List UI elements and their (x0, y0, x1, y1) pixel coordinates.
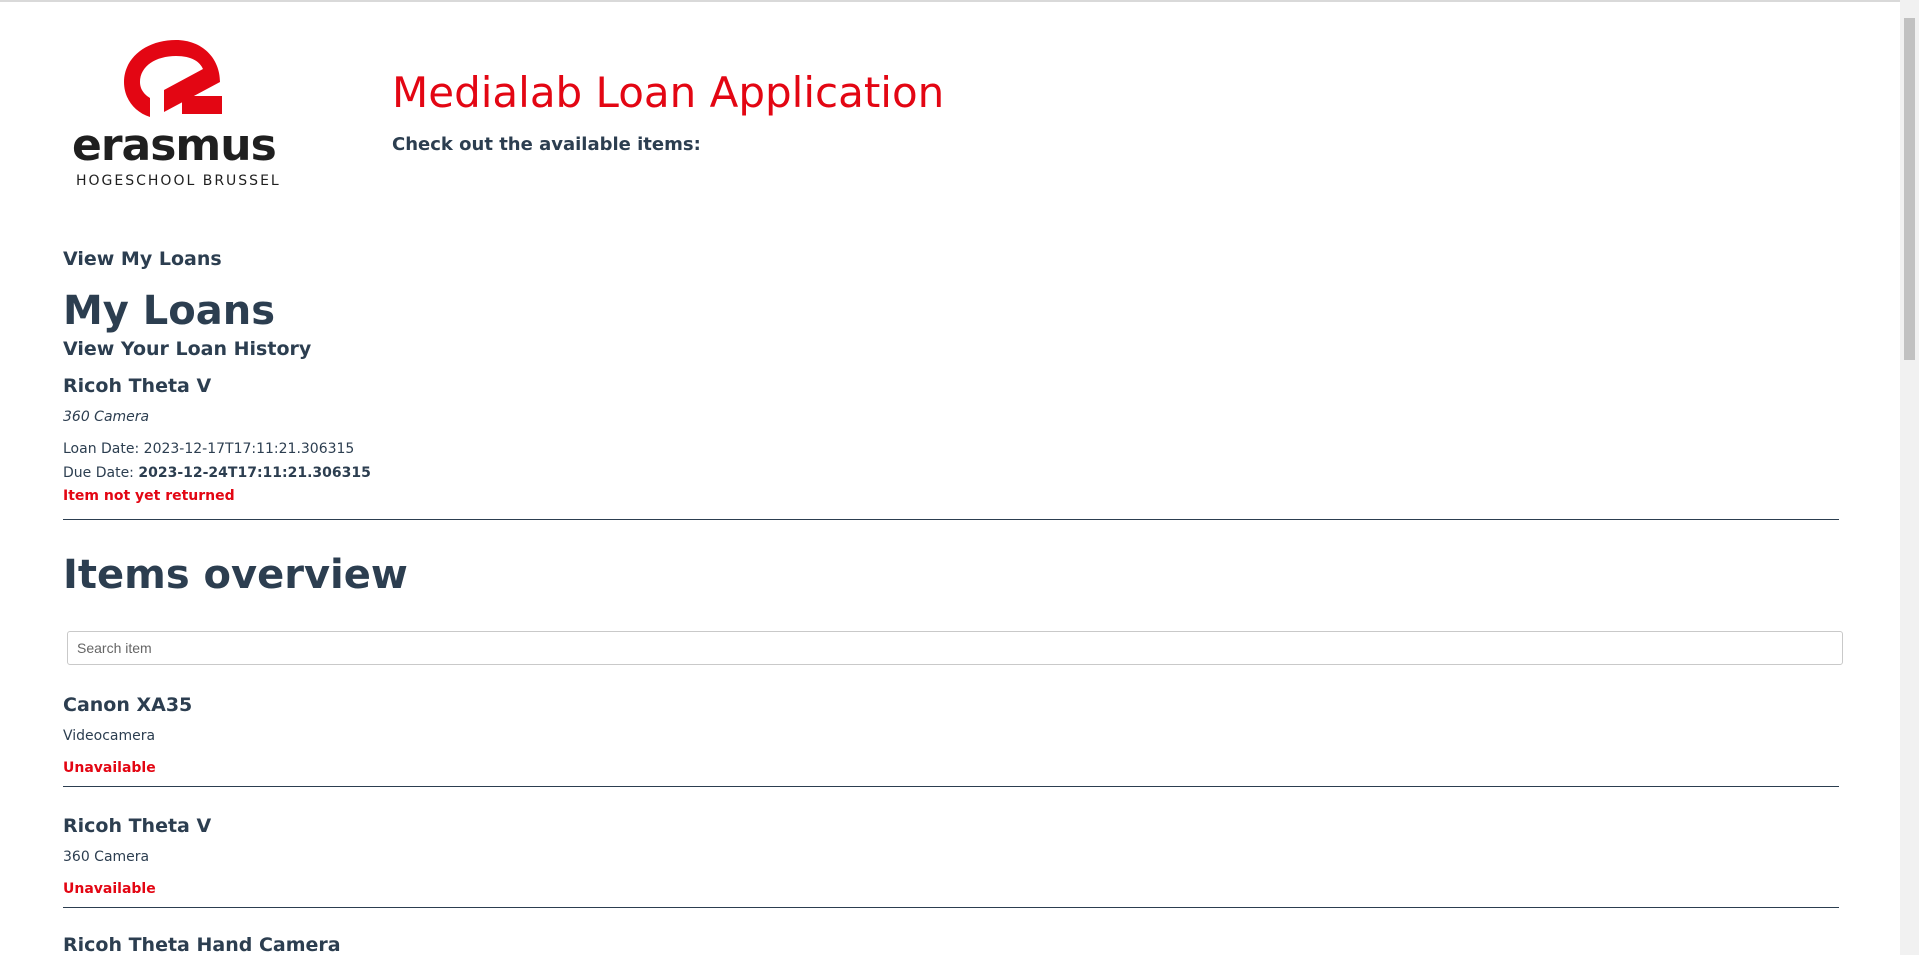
loan-history-link[interactable]: View Your Loan History (63, 336, 1839, 362)
loan-item-name: Ricoh Theta V (63, 375, 212, 397)
loan-date-value: 2023-12-17T17:11:21.306315 (143, 441, 355, 457)
main-content: View My Loans My Loans View Your Loan Hi… (63, 246, 1843, 958)
list-item[interactable]: Ricoh Theta V 360 Camera Unavailable (63, 813, 1839, 908)
vertical-scrollbar[interactable] (1900, 0, 1919, 955)
my-loans-heading: My Loans (63, 288, 276, 334)
item-status: Unavailable (63, 881, 156, 897)
loan-item-category: 360 Camera (63, 409, 150, 425)
erasmus-e-icon (124, 40, 222, 117)
items-overview-heading: Items overview (63, 552, 408, 598)
logo-wordmark: erasmus (72, 120, 277, 171)
item-name: Ricoh Theta Hand Camera (63, 934, 341, 956)
item-name: Canon XA35 (63, 694, 193, 716)
item-status: Unavailable (63, 760, 156, 776)
due-date-label: Due Date: (63, 465, 139, 481)
page-subtitle: Check out the available items: (392, 134, 701, 155)
logo-subtitle: HOGESCHOOL BRUSSEL (76, 173, 281, 189)
loan-card: Ricoh Theta V 360 Camera Loan Date: 2023… (63, 373, 1839, 520)
due-date: Due Date: 2023-12-24T17:11:21.306315 (63, 461, 1839, 485)
item-name: Ricoh Theta V (63, 815, 212, 837)
loan-date-label: Loan Date: (63, 441, 144, 457)
item-category: 360 Camera (63, 849, 150, 865)
loan-status: Item not yet returned (63, 488, 235, 504)
list-item[interactable]: Ricoh Theta Hand Camera (63, 932, 1839, 958)
due-date-value: 2023-12-24T17:11:21.306315 (138, 465, 371, 481)
loan-date: Loan Date: 2023-12-17T17:11:21.306315 (63, 437, 1839, 461)
scrollbar-thumb[interactable] (1904, 18, 1915, 360)
page: erasmus HOGESCHOOL BRUSSEL Medialab Loan… (0, 0, 1900, 958)
item-category: Videocamera (63, 728, 156, 744)
list-item[interactable]: Canon XA35 Videocamera Unavailable (63, 692, 1839, 787)
page-title: Medialab Loan Application (392, 68, 945, 117)
search-input[interactable] (67, 631, 1843, 665)
erasmus-logo: erasmus HOGESCHOOL BRUSSEL (72, 36, 282, 192)
view-my-loans-link[interactable]: View My Loans (63, 246, 1839, 272)
